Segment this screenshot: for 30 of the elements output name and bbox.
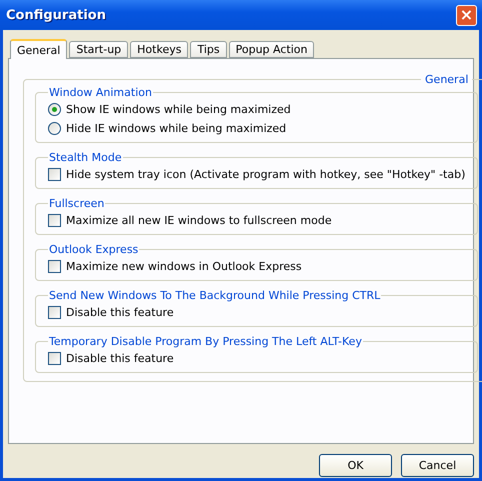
tab[interactable]: Popup Action xyxy=(228,41,314,58)
radio-button[interactable] xyxy=(48,103,61,116)
dialog-button[interactable]: Cancel xyxy=(401,454,474,477)
group-title: General xyxy=(424,73,470,86)
checkbox[interactable] xyxy=(48,168,61,181)
close-button[interactable]: × xyxy=(456,4,477,26)
dialog-button[interactable]: OK xyxy=(319,454,392,477)
option-label: Disable this feature xyxy=(66,306,174,319)
group-title: Send New Windows To The Background While Pressing CTRL xyxy=(48,289,382,302)
checkbox[interactable] xyxy=(48,306,61,319)
tab[interactable]: Tips xyxy=(190,41,227,58)
tab[interactable]: Hotkeys xyxy=(130,41,188,58)
option-label: Hide IE windows while being maximized xyxy=(66,122,286,135)
checkbox[interactable] xyxy=(48,260,61,273)
radio-button[interactable] xyxy=(48,122,61,135)
checkbox[interactable] xyxy=(48,214,61,227)
group-title: Temporary Disable Program By Pressing The Left ALT-Key xyxy=(48,335,363,348)
group-title: Stealth Mode xyxy=(48,151,123,164)
tab[interactable]: Start-up xyxy=(69,41,128,58)
group-title: Window Animation xyxy=(48,86,153,99)
checkbox[interactable] xyxy=(48,352,61,365)
option-label: Maximize all new IE windows to fullscreen mode xyxy=(66,214,332,227)
option-label: Show IE windows while being maximized xyxy=(66,103,291,116)
group-title: Outlook Express xyxy=(48,243,140,256)
window-title: Configuration xyxy=(6,8,106,22)
option-label: Maximize new windows in Outlook Express xyxy=(66,260,302,273)
group-title: Fullscreen xyxy=(48,197,106,210)
option-label: Disable this feature xyxy=(66,352,174,365)
option-label: Hide system tray icon (Activate program with hotkey, see "Hotkey" -tab) xyxy=(66,168,466,181)
tab[interactable]: General xyxy=(10,39,68,59)
